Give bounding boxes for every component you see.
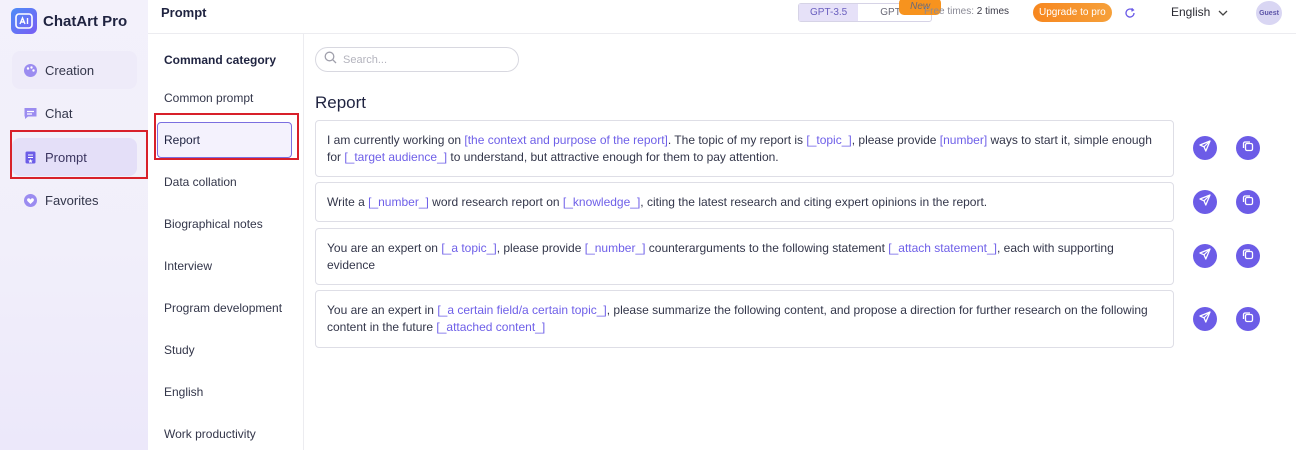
prompt-text-part: word research report on <box>428 194 563 209</box>
send-icon <box>1199 310 1211 328</box>
sidebar-item-chat[interactable]: Chat <box>12 94 137 132</box>
prompt-placeholder: [_a topic_] <box>441 240 497 255</box>
category-item-interview[interactable]: Interview <box>164 259 212 273</box>
avatar[interactable]: Guest <box>1256 1 1282 25</box>
category-column: Command category Common prompt Report Da… <box>148 34 304 450</box>
category-item-biographical-notes[interactable]: Biographical notes <box>164 217 263 231</box>
model-option-gpt-4[interactable]: GPT-4 New <box>858 0 942 21</box>
prompt-card[interactable]: I am currently working on [the context a… <box>315 120 1174 177</box>
prompt-placeholder: [the context and purpose of the report] <box>464 132 668 147</box>
sidebar-item-label: Favorites <box>45 192 99 208</box>
send-icon <box>1199 139 1211 157</box>
send-prompt-button[interactable] <box>1193 307 1217 331</box>
highlight-box-category-report <box>154 113 299 160</box>
palette-icon <box>23 63 38 78</box>
prompt-placeholder: [_target audience_] <box>344 149 448 164</box>
free-times-value: 2 times <box>976 6 1010 17</box>
brand[interactable]: ChatArt Pro <box>11 8 127 34</box>
highlight-box-sidebar-prompt <box>10 130 148 179</box>
copy-prompt-button[interactable] <box>1236 190 1260 214</box>
sidebar-item-creation[interactable]: Creation <box>12 51 137 89</box>
prompt-placeholder: [_attached content_] <box>436 320 546 334</box>
top-header: Prompt GPT-3.5 GPT-4 New Free times: 2 t… <box>148 0 1296 34</box>
category-item-work-productivity[interactable]: Work productivity <box>164 427 256 441</box>
sidebar-item-favorites[interactable]: Favorites <box>12 181 137 219</box>
prompt-text-part: counterarguments to the following statem… <box>645 240 889 255</box>
chevron-down-icon <box>1218 5 1228 19</box>
prompt-card[interactable]: You are an expert on [_a topic_], please… <box>315 228 1174 285</box>
copy-icon <box>1242 139 1254 157</box>
chatart-logo-icon <box>11 8 37 34</box>
model-switch: GPT-3.5 GPT-4 New <box>798 0 942 22</box>
prompt-text-part: Write a <box>327 194 369 209</box>
prompt-placeholder: [_knowledge_] <box>562 194 641 209</box>
heart-icon <box>23 193 38 208</box>
prompt-text-part: You are an expert on <box>327 240 442 255</box>
section-title: Report <box>315 93 367 112</box>
prompt-text: Write a [_number_] word research report … <box>327 194 987 211</box>
send-prompt-button[interactable] <box>1193 244 1217 268</box>
prompt-text: You are an expert in [_a certain field/a… <box>327 302 1162 336</box>
prompt-text: I am currently working on [the context a… <box>327 132 1162 166</box>
language-selector[interactable]: English <box>1171 5 1228 19</box>
prompt-text-part: to understand, but attractive enough for… <box>447 149 779 164</box>
prompt-placeholder: [_number_] <box>368 194 429 209</box>
send-icon <box>1199 247 1211 265</box>
upgrade-button[interactable]: Upgrade to pro <box>1033 3 1112 22</box>
copy-prompt-button[interactable] <box>1236 307 1260 331</box>
copy-icon <box>1242 310 1254 328</box>
category-item-english[interactable]: English <box>164 385 203 399</box>
search-icon <box>324 51 337 69</box>
prompt-placeholder: [_attach statement_] <box>888 240 997 255</box>
sidebar: ChatArt Pro Creation Chat Prompt Favorit… <box>0 0 148 450</box>
prompt-text-part: I am currently working on <box>327 132 465 147</box>
prompt-text-part: , please provide <box>851 132 940 147</box>
category-heading: Command category <box>164 53 277 67</box>
prompt-text-part: , citing the latest research and citing … <box>640 194 988 209</box>
refresh-icon[interactable] <box>1124 6 1136 18</box>
prompt-text: You are an expert on [_a topic_], please… <box>327 240 1162 274</box>
prompt-placeholder: [_topic_] <box>806 132 852 147</box>
copy-prompt-button[interactable] <box>1236 244 1260 268</box>
prompt-text-part: You are an expert in <box>327 303 438 317</box>
copy-prompt-button[interactable] <box>1236 136 1260 160</box>
category-item-common-prompt[interactable]: Common prompt <box>164 91 253 105</box>
search-box[interactable] <box>315 47 519 72</box>
language-label: English <box>1171 5 1211 19</box>
brand-name: ChatArt Pro <box>43 12 128 30</box>
search-input[interactable] <box>343 53 503 66</box>
prompt-placeholder: [number] <box>939 132 988 147</box>
send-prompt-button[interactable] <box>1193 190 1217 214</box>
sidebar-item-label: Chat <box>45 105 73 121</box>
category-item-program-development[interactable]: Program development <box>164 301 282 315</box>
free-times-label: Free times: <box>924 6 975 17</box>
category-item-data-collation[interactable]: Data collation <box>164 175 237 189</box>
category-item-study[interactable]: Study <box>164 343 195 357</box>
free-times: Free times: 2 times <box>924 6 1009 17</box>
prompt-text-part: , please provide <box>496 240 585 255</box>
page-title: Prompt <box>161 5 207 20</box>
sidebar-item-label: Creation <box>45 62 95 78</box>
prompt-placeholder: [_number_] <box>584 240 646 255</box>
send-prompt-button[interactable] <box>1193 136 1217 160</box>
prompt-text-part: . The topic of my report is <box>667 132 807 147</box>
model-option-gpt-3-5[interactable]: GPT-3.5 <box>799 4 859 21</box>
prompt-placeholder: [_a certain field/a certain topic_] <box>437 303 607 317</box>
prompt-card[interactable]: You are an expert in [_a certain field/a… <box>315 290 1174 348</box>
prompt-card[interactable]: Write a [_number_] word research report … <box>315 182 1174 222</box>
chat-icon <box>23 106 38 121</box>
copy-icon <box>1242 193 1254 211</box>
copy-icon <box>1242 247 1254 265</box>
send-icon <box>1199 193 1211 211</box>
